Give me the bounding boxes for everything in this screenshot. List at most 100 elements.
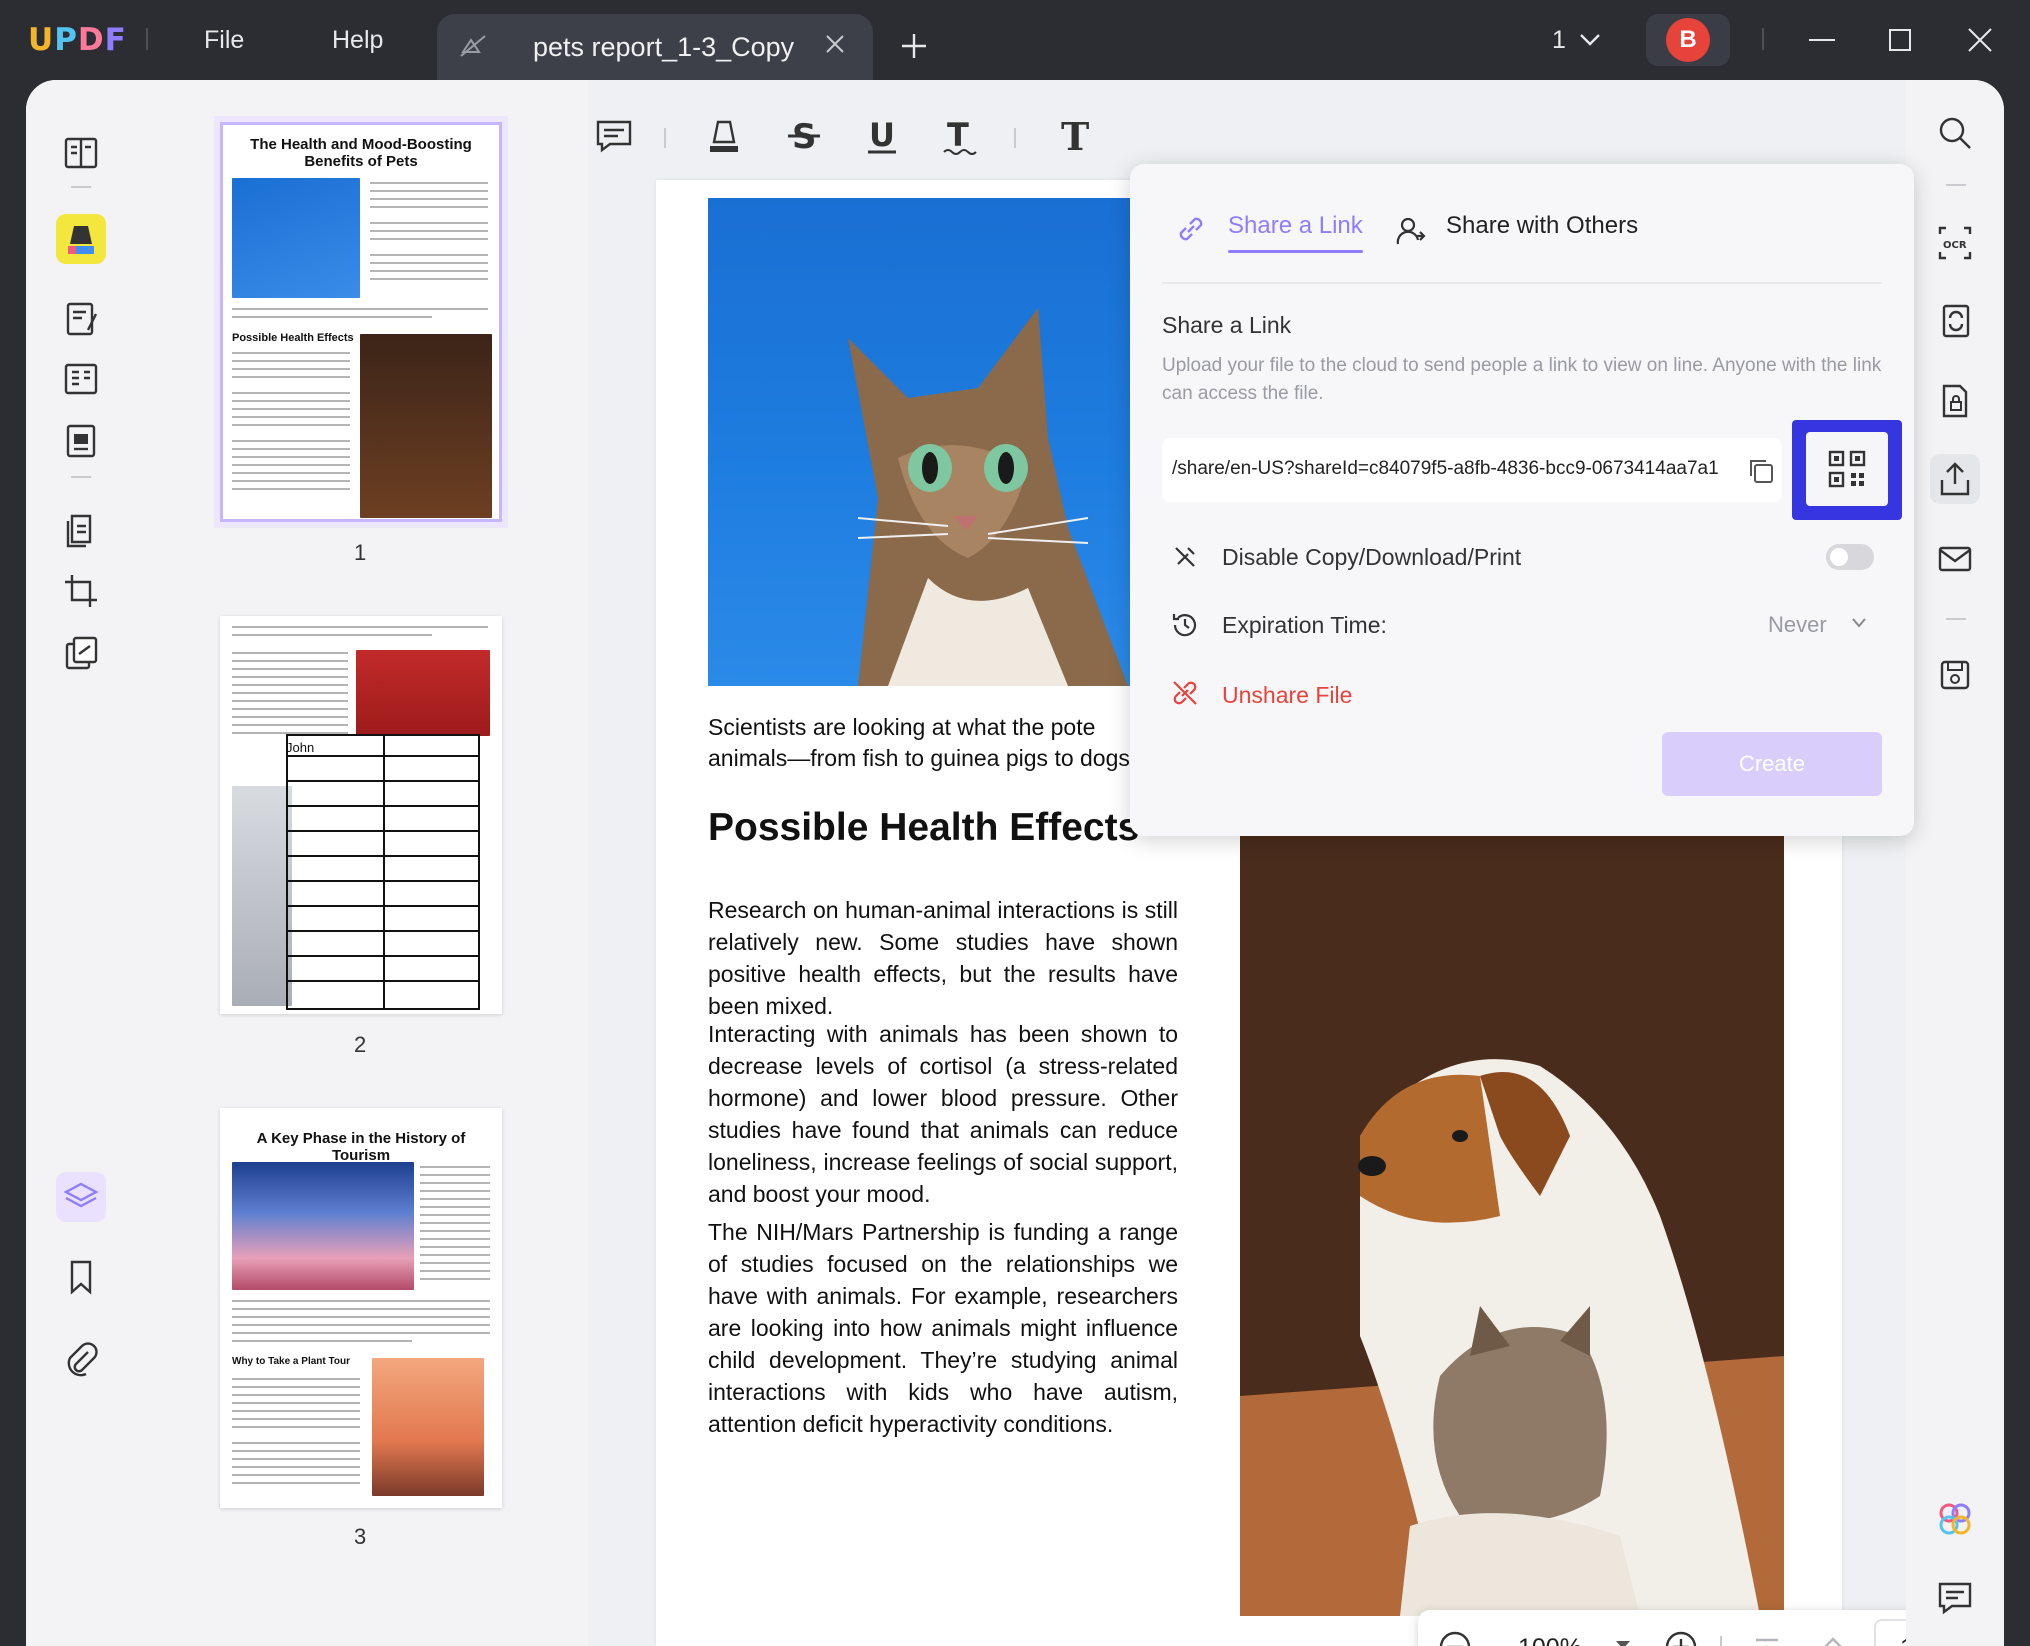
note-icon[interactable]	[594, 116, 634, 161]
share-icon[interactable]	[1930, 454, 1980, 504]
save-icon[interactable]	[1930, 650, 1980, 700]
thumbnail-cat-image	[232, 178, 360, 298]
expiration-select[interactable]: Never	[1768, 612, 1827, 638]
document-tab[interactable]: pets report_1-3_Copy	[437, 14, 873, 80]
share-url-field[interactable]: /share/en-US?shareId=c84079f5-a8fb-4836-…	[1162, 438, 1782, 502]
menu-help[interactable]: Help	[332, 26, 383, 55]
edit-pdf-icon[interactable]	[56, 294, 106, 344]
toolbar-separator	[1014, 128, 1016, 148]
page-thumbnail-2[interactable]: John	[220, 616, 502, 1014]
close-tab-icon[interactable]	[823, 32, 847, 61]
ai-assistant-icon[interactable]	[1930, 1494, 1980, 1544]
previous-page-icon[interactable]	[1814, 1628, 1852, 1646]
updf-logo: UPDF	[28, 22, 127, 58]
paragraph-1: Research on human-animal interactions is…	[708, 897, 1178, 1019]
thumbnail-table	[286, 734, 480, 1010]
unshare-label: Unshare File	[1222, 682, 1353, 708]
qr-code-icon	[1806, 432, 1888, 506]
zoom-dropdown-icon[interactable]	[1614, 1638, 1632, 1646]
rail-separator	[1946, 618, 1966, 620]
squiggly-icon[interactable]: T	[938, 116, 978, 161]
organize-pages-icon[interactable]	[56, 506, 106, 556]
thumbnail-dog-image	[360, 334, 492, 518]
ocr-icon[interactable]: OCR	[1930, 218, 1980, 268]
fill-sign-icon[interactable]	[56, 416, 106, 466]
qr-code-button[interactable]	[1792, 420, 1902, 520]
zoom-level[interactable]: 100%	[1518, 1634, 1582, 1646]
page-layout-icon[interactable]	[56, 354, 106, 404]
rail-separator	[1946, 184, 1966, 186]
disable-copy-label: Disable Copy/Download/Print	[1222, 544, 1522, 570]
comment-toolbar: S U T T	[588, 96, 1148, 166]
thumbnail-subheading: Possible Health Effects	[232, 332, 354, 344]
section-heading: Possible Health Effects	[708, 806, 1140, 849]
page-thumbnail-3[interactable]: A Key Phase in the History of Tourism Wh…	[220, 1108, 502, 1508]
tab-title: pets report_1-3_Copy	[533, 32, 795, 62]
page-thumbnail-1[interactable]: The Health and Mood-Boosting Benefits of…	[214, 116, 508, 528]
thumbnail-panel: The Health and Mood-Boosting Benefits of…	[136, 80, 588, 1646]
sync-off-icon	[457, 30, 489, 67]
no-copy-icon	[1170, 542, 1200, 577]
reader-mode-icon[interactable]	[56, 128, 106, 178]
disable-copy-toggle[interactable]	[1826, 544, 1874, 570]
left-tool-rail	[26, 80, 136, 1646]
thumbnail-number: 1	[354, 540, 367, 565]
zoom-in-icon[interactable]	[1662, 1628, 1700, 1646]
chevron-down-icon[interactable]	[1850, 616, 1868, 635]
new-tab-icon[interactable]	[898, 30, 930, 67]
right-tool-rail: OCR	[1906, 80, 2004, 1646]
search-icon[interactable]	[1930, 108, 1980, 158]
popup-divider	[1162, 282, 1882, 284]
bookmark-icon[interactable]	[56, 1252, 106, 1302]
watermark-icon[interactable]	[56, 628, 106, 678]
rail-separator	[71, 476, 91, 478]
comments-list-icon[interactable]	[1930, 1572, 1980, 1622]
highlight-icon[interactable]	[704, 116, 744, 161]
crop-icon[interactable]	[56, 566, 106, 616]
first-page-icon[interactable]	[1748, 1628, 1786, 1646]
thumbnail-flower-image	[232, 786, 292, 1006]
user-avatar[interactable]: B	[1646, 14, 1730, 66]
history-icon	[1170, 610, 1200, 645]
link-icon	[1174, 212, 1208, 251]
cat-photo	[708, 198, 1168, 686]
chevron-down-icon[interactable]	[1578, 32, 1602, 53]
zoombar-separator	[1720, 1636, 1722, 1646]
email-icon[interactable]	[1930, 534, 1980, 584]
share-link-description: Upload your file to the cloud to send pe…	[1162, 355, 1882, 404]
attachment-icon[interactable]	[56, 1334, 106, 1384]
tab-share-link[interactable]: Share a Link	[1228, 212, 1363, 253]
menu-file[interactable]: File	[204, 26, 244, 55]
maximize-icon[interactable]	[1884, 24, 1916, 61]
close-window-icon[interactable]	[1964, 24, 1996, 61]
strikethrough-icon[interactable]: S	[784, 116, 824, 161]
paragraph-3: The NIH/Mars Partnership is funding a ra…	[708, 1219, 1178, 1437]
share-link-heading: Share a Link	[1162, 312, 1292, 338]
app-window: The Health and Mood-Boosting Benefits of…	[26, 80, 2004, 1646]
zoom-out-icon[interactable]	[1436, 1628, 1474, 1646]
tab-share-others[interactable]: Share with Others	[1446, 212, 1638, 240]
create-link-button[interactable]: Create	[1662, 732, 1882, 796]
paragraph-2: Interacting with animals has been shown …	[708, 1021, 1178, 1207]
convert-icon[interactable]	[1930, 296, 1980, 346]
protect-icon[interactable]	[1930, 376, 1980, 426]
svg-text:T: T	[947, 116, 969, 154]
title-separator	[1762, 28, 1764, 50]
thumbnail-number: 2	[354, 1032, 367, 1057]
toggle-knob	[1830, 548, 1848, 566]
underline-icon[interactable]: U	[862, 116, 902, 161]
share-person-icon	[1394, 214, 1428, 253]
expiration-label: Expiration Time:	[1222, 612, 1387, 638]
copy-icon[interactable]	[1746, 456, 1776, 491]
comment-tool-icon[interactable]	[56, 214, 106, 264]
active-tab-underline	[1228, 250, 1363, 253]
minimize-icon[interactable]	[1806, 24, 1838, 61]
window-count[interactable]: 1	[1552, 26, 1566, 55]
text-box-icon[interactable]: T	[1054, 114, 1094, 161]
thumbnail-eiffel-image	[372, 1358, 484, 1496]
layers-icon[interactable]	[56, 1172, 106, 1222]
rail-separator	[71, 186, 91, 188]
share-url: /share/en-US?shareId=c84079f5-a8fb-4836-…	[1172, 458, 1719, 479]
svg-text:T: T	[1061, 116, 1089, 156]
title-bar: UPDF File Help pets report_1-3_Copy 1 B	[0, 0, 2030, 80]
